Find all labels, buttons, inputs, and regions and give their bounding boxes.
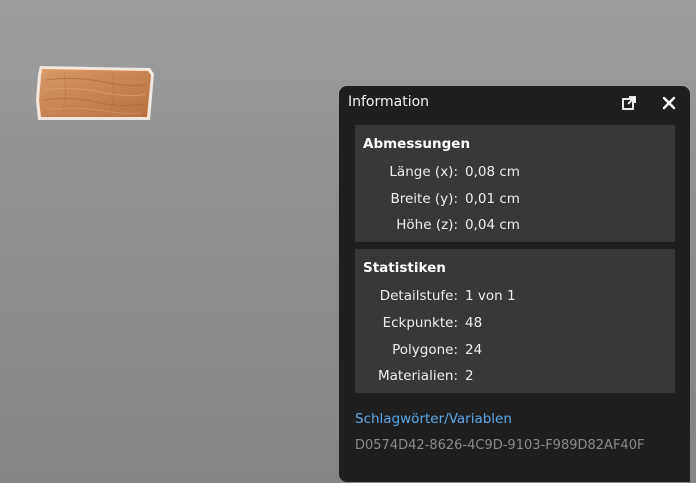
information-panel: Information Abmessungen Länge (x): 0,08 … xyxy=(339,86,690,482)
stat-row-polygons: Polygone: 24 xyxy=(355,342,675,362)
stat-value: 1 von 1 xyxy=(465,288,516,304)
stat-label: Polygone: xyxy=(392,342,458,358)
dimension-value: 0,04 cm xyxy=(465,217,520,233)
panel-header: Information xyxy=(339,86,690,120)
dimension-value: 0,08 cm xyxy=(465,164,520,180)
external-window-icon[interactable] xyxy=(619,93,639,113)
stat-row-vertices: Eckpunkte: 48 xyxy=(355,315,675,335)
dimension-value: 0,01 cm xyxy=(465,191,520,207)
object-id: D0574D42-8626-4C9D-9103-F989D82AF40F xyxy=(355,438,645,453)
dimension-row-width: Breite (y): 0,01 cm xyxy=(355,191,675,211)
panel-title: Information xyxy=(348,94,430,110)
stat-row-detail-level: Detailstufe: 1 von 1 xyxy=(355,288,675,308)
stat-value: 2 xyxy=(465,368,474,384)
dimensions-title: Abmessungen xyxy=(363,136,471,152)
dimension-row-length: Länge (x): 0,08 cm xyxy=(355,164,675,184)
stat-value: 24 xyxy=(465,342,483,358)
statistics-section: Statistiken Detailstufe: 1 von 1 Eckpunk… xyxy=(355,249,675,393)
wood-block-model[interactable] xyxy=(34,64,156,122)
stat-label: Eckpunkte: xyxy=(382,315,458,331)
dimension-label: Länge (x): xyxy=(389,164,458,180)
dimensions-section: Abmessungen Länge (x): 0,08 cm Breite (y… xyxy=(355,125,675,242)
stat-label: Detailstufe: xyxy=(379,288,458,304)
stat-label: Materialien: xyxy=(377,368,458,384)
close-icon[interactable] xyxy=(659,93,679,113)
dimension-row-height: Höhe (z): 0,04 cm xyxy=(355,217,675,237)
statistics-title: Statistiken xyxy=(363,260,446,276)
dimension-label: Breite (y): xyxy=(390,191,458,207)
stat-value: 48 xyxy=(465,315,483,331)
stat-row-materials: Materialien: 2 xyxy=(355,368,675,388)
tags-variables-link[interactable]: Schlagwörter/Variablen xyxy=(355,411,512,427)
dimension-label: Höhe (z): xyxy=(396,217,458,233)
